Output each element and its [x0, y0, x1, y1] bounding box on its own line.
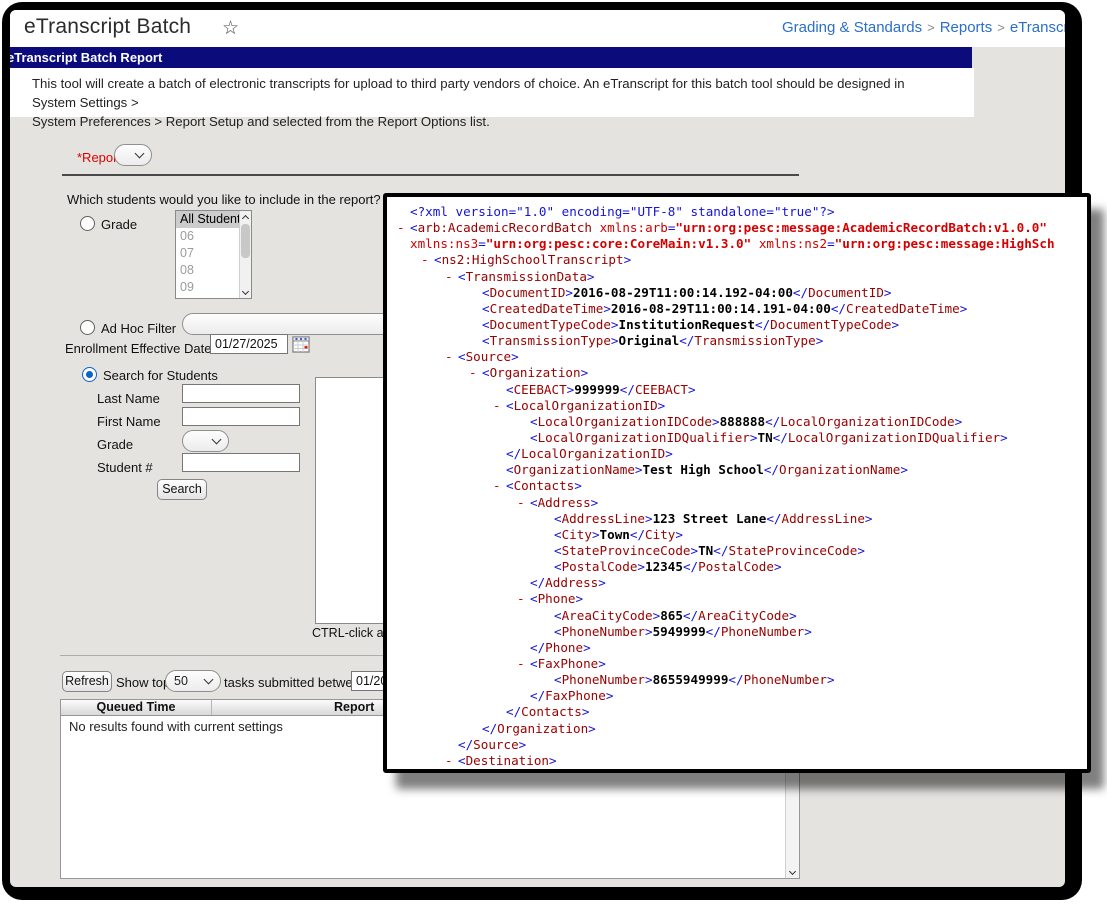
refresh-button[interactable]: Refresh — [62, 671, 112, 692]
grade-radio-label: Grade — [101, 217, 138, 232]
last-name-input[interactable] — [182, 384, 300, 403]
scroll-down-icon[interactable] — [786, 866, 799, 878]
grade-option-07[interactable]: 07 — [176, 245, 239, 262]
ad-hoc-filter-radio[interactable] — [80, 320, 95, 335]
enrollment-effective-date-input[interactable] — [210, 334, 288, 354]
scroll-up-icon[interactable] — [240, 211, 251, 223]
search-button[interactable]: Search — [157, 479, 207, 500]
tasks-between-label: tasks submitted between — [224, 675, 368, 690]
grade-radio[interactable] — [80, 216, 95, 231]
show-top-label: Show top — [116, 675, 171, 690]
xml-viewer-panel: <?xml version="1.0" encoding="UTF-8" sta… — [383, 193, 1091, 773]
search-grade-select[interactable] — [182, 430, 229, 452]
favorite-star-icon[interactable]: ☆ — [222, 17, 239, 40]
search-for-students-radio[interactable] — [82, 367, 97, 382]
breadcrumb-separator: > — [997, 20, 1005, 35]
column-report[interactable]: Report — [334, 700, 374, 715]
section-divider — [62, 174, 799, 176]
search-grade-label: Grade — [97, 437, 134, 452]
grade-listbox[interactable]: All Students 06 07 08 09 — [175, 210, 252, 299]
last-name-label: Last Name — [97, 391, 160, 406]
chevron-down-icon — [134, 148, 145, 159]
report-select[interactable] — [114, 144, 152, 166]
grade-option-06[interactable]: 06 — [176, 228, 239, 245]
chevron-down-icon — [203, 674, 214, 685]
grade-list-scrollbar[interactable] — [239, 211, 251, 298]
column-divider — [211, 700, 212, 715]
student-question-label: Which students would you like to include… — [67, 192, 381, 207]
grade-option-all-students[interactable]: All Students — [176, 211, 247, 228]
ad-hoc-filter-label: Ad Hoc Filter — [101, 321, 177, 336]
show-top-select[interactable]: 50 — [165, 670, 221, 692]
student-number-input[interactable] — [182, 453, 300, 472]
enrollment-effective-date-label: Enrollment Effective Date — [65, 341, 212, 356]
page-title: eTranscript Batch — [24, 15, 192, 38]
page-header: eTranscript Batch ☆ Grading & Standards >… — [10, 10, 1065, 47]
student-number-label: Student # — [97, 460, 153, 475]
breadcrumb-etranscript-batch[interactable]: eTranscript Batch — [1010, 19, 1065, 36]
show-top-value: 50 — [174, 674, 188, 688]
scroll-down-icon[interactable] — [240, 286, 251, 298]
breadcrumb: Grading & Standards > Reports > eTranscript … — [782, 19, 1065, 36]
breadcrumb-grading-standards[interactable]: Grading & Standards — [782, 19, 922, 36]
search-for-students-label: Search for Students — [103, 368, 218, 383]
calendar-icon[interactable] — [292, 335, 310, 353]
scrollbar-thumb[interactable] — [241, 224, 250, 258]
first-name-label: First Name — [97, 414, 161, 429]
xml-lines: <?xml version="1.0" encoding="UTF-8" sta… — [397, 204, 1055, 768]
breadcrumb-reports[interactable]: Reports — [940, 19, 993, 36]
chevron-down-icon — [211, 434, 222, 445]
first-name-input[interactable] — [182, 407, 300, 426]
grade-option-08[interactable]: 08 — [176, 262, 239, 279]
tool-description-line1: This tool will create a batch of electro… — [32, 76, 905, 110]
column-queued-time[interactable]: Queued Time — [61, 700, 211, 715]
report-title-text: eTranscript Batch Report — [10, 50, 163, 65]
tool-description: This tool will create a batch of electro… — [10, 68, 974, 129]
grade-option-09[interactable]: 09 — [176, 279, 239, 296]
breadcrumb-separator: > — [927, 20, 935, 35]
tool-description-line2: System Preferences > Report Setup and se… — [32, 114, 490, 129]
report-title-bar: eTranscript Batch Report — [10, 47, 972, 68]
